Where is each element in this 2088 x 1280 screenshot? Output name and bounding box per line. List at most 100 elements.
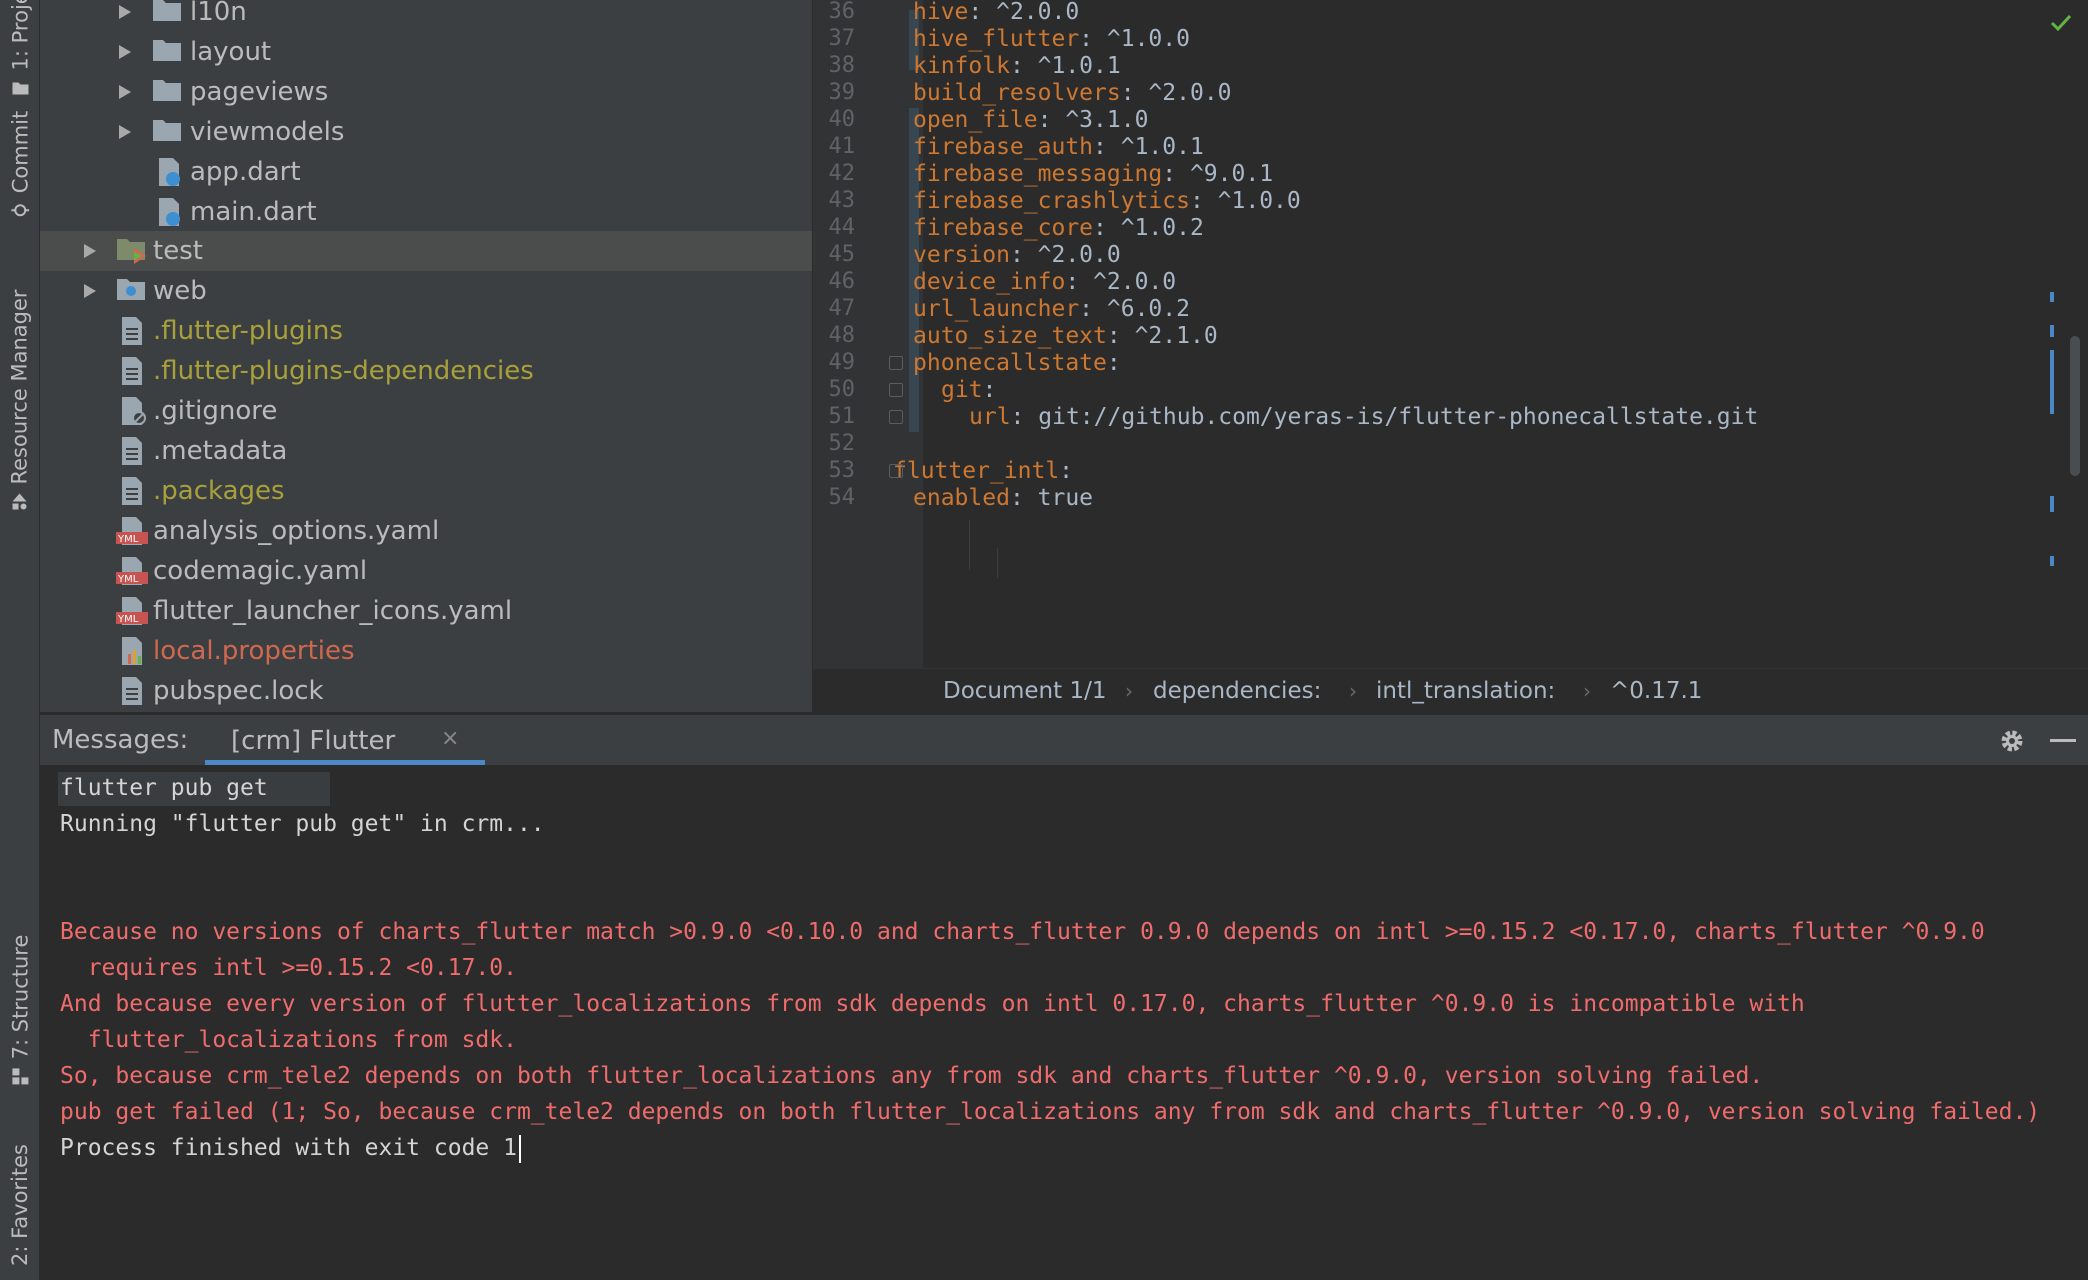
svg-text:YML: YML (117, 574, 139, 585)
console-error-line: flutter_localizations from sdk. (60, 1027, 517, 1053)
tree-item-main-dart[interactable]: main.dart (40, 192, 812, 232)
chevron-right-icon: › (1125, 678, 1133, 703)
file-icon (120, 316, 150, 346)
tab-commit-label: Commit (8, 110, 32, 194)
svg-text:YML: YML (117, 614, 139, 625)
indent-guide (997, 548, 998, 578)
gear-icon[interactable] (1998, 727, 2026, 755)
folder-icon (152, 0, 182, 27)
expand-arrow-icon[interactable] (115, 82, 135, 102)
tree-item-label: test (153, 236, 203, 266)
close-icon[interactable]: × (441, 726, 459, 751)
tree-item-label: .flutter-plugins-dependencies (153, 356, 534, 386)
tree-item-flutter-plugins-dependencies[interactable]: .flutter-plugins-dependencies (40, 351, 812, 391)
expand-arrow-icon[interactable] (115, 2, 135, 22)
fold-icon[interactable] (889, 356, 903, 370)
dart-file-icon (155, 157, 185, 187)
project-tree: l10n layout pageviews viewmodels app.dar… (40, 0, 812, 712)
tab-resource-manager-label: Resource Manager (8, 289, 32, 485)
tree-item-label: .packages (153, 476, 285, 506)
tab-project[interactable]: 1: Project (0, 0, 40, 95)
commit-icon (11, 204, 29, 217)
console-command: flutter pub get (60, 775, 268, 801)
tree-item-flutter-plugins[interactable]: .flutter-plugins (40, 311, 812, 351)
resource-manager-icon (13, 493, 27, 510)
tree-item-local-properties[interactable]: local.properties (40, 631, 812, 671)
tree-item-packages[interactable]: .packages (40, 471, 812, 511)
expand-arrow-icon[interactable] (80, 281, 100, 301)
folder-icon (152, 77, 182, 107)
console-error-line: So, because crm_tele2 depends on both fl… (60, 1063, 1764, 1089)
tree-item-app-dart[interactable]: app.dart (40, 152, 812, 192)
minimize-icon[interactable] (2050, 739, 2076, 742)
yaml-key: enabled (913, 485, 1010, 511)
tree-item-codemagic[interactable]: YML codemagic.yaml (40, 551, 812, 591)
tree-item-label: layout (190, 37, 272, 67)
breadcrumb: Document 1/1 › dependencies: › intl_tran… (813, 668, 2088, 712)
structure-icon (12, 1068, 28, 1085)
file-icon (120, 476, 150, 506)
fold-icon[interactable] (889, 410, 903, 424)
tree-item-layout[interactable]: layout (40, 32, 812, 72)
text-caret (518, 1134, 521, 1163)
expand-arrow-icon[interactable] (115, 122, 135, 142)
breadcrumb-item[interactable]: dependencies: (1153, 678, 1321, 704)
tab-commit[interactable]: Commit (0, 100, 40, 230)
tree-item-viewmodels[interactable]: viewmodels (40, 112, 812, 152)
chevron-right-icon: › (1583, 678, 1591, 703)
tree-item-flutter-launcher-icons[interactable]: YML flutter_launcher_icons.yaml (40, 591, 812, 631)
expand-arrow-icon[interactable] (115, 42, 135, 62)
breadcrumb-item[interactable]: ^0.17.1 (1610, 678, 1702, 704)
line-number: 54 (828, 485, 856, 510)
tree-item-label: flutter_launcher_icons.yaml (153, 596, 513, 626)
tree-item-label: analysis_options.yaml (153, 516, 440, 546)
console-exit-text: Process finished with exit code 1 (60, 1135, 517, 1161)
folder-icon (12, 82, 28, 95)
tree-item-metadata[interactable]: .metadata (40, 431, 812, 471)
tab-structure[interactable]: 7: Structure (0, 920, 40, 1100)
breadcrumb-item[interactable]: Document 1/1 (943, 678, 1106, 704)
tree-item-gitignore[interactable]: .gitignore (40, 391, 812, 431)
tree-item-label: pageviews (190, 77, 329, 107)
properties-file-icon (120, 636, 150, 666)
tab-favorites[interactable]: 2: Favorites (0, 1130, 40, 1280)
dart-file-icon (155, 197, 185, 227)
code-text: enabled: true (913, 480, 1093, 516)
messages-toolbar: Messages: [crm] Flutter × (40, 714, 2088, 766)
folder-icon (152, 117, 182, 147)
tree-item-l10n[interactable]: l10n (40, 0, 812, 32)
code-line: 54 enabled: true (813, 480, 2088, 516)
editor-scrollbar[interactable] (2070, 336, 2080, 476)
yaml-colon: : (1009, 485, 1024, 511)
web-folder-icon (116, 276, 146, 306)
expand-arrow-icon[interactable] (80, 241, 100, 261)
tool-window-strip: 1: Project Commit Resource Manager 7: St… (0, 0, 40, 1280)
tab-favorites-label: 2: Favorites (8, 1144, 33, 1266)
console-error-line: And because every version of flutter_loc… (60, 991, 1805, 1017)
tree-item-pubspec-lock[interactable]: pubspec.lock (40, 671, 812, 711)
tab-resource-manager[interactable]: Resource Manager (0, 270, 40, 530)
folder-icon (152, 37, 182, 67)
tree-item-web[interactable]: web (40, 271, 812, 311)
scroll-marker (2050, 292, 2054, 302)
messages-title: Messages: (52, 725, 189, 755)
breadcrumb-item[interactable]: intl_translation: (1376, 678, 1555, 704)
indent-guide (969, 520, 970, 570)
tree-item-test[interactable]: test (40, 231, 812, 271)
tree-item-pageviews[interactable]: pageviews (40, 72, 812, 112)
tree-item-label: pubspec.lock (153, 676, 324, 706)
fold-icon[interactable] (889, 464, 903, 478)
tree-item-analysis-options[interactable]: YML analysis_options.yaml (40, 511, 812, 551)
console-output[interactable]: flutter pub get Running "flutter pub get… (40, 766, 2088, 1280)
yaml-value: true (1023, 485, 1094, 511)
file-icon (120, 676, 150, 706)
console-exit-line: Process finished with exit code 1 (60, 1130, 521, 1166)
tree-item-label: .metadata (153, 436, 288, 466)
fold-icon[interactable] (889, 383, 903, 397)
svg-text:YML: YML (117, 534, 139, 545)
code-editor[interactable]: 36 hive: ^2.0.0 37 hive_flutter: ^1.0.0 38 ki… (813, 0, 2088, 668)
tree-item-label: app.dart (190, 157, 301, 187)
tree-item-label: .flutter-plugins (153, 316, 343, 346)
scroll-marker (2050, 496, 2054, 512)
yaml-file-icon: YML (116, 516, 148, 546)
